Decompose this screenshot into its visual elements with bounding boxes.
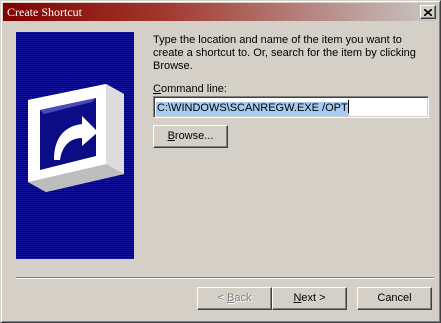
back-label-rest: ack	[234, 292, 252, 304]
create-shortcut-dialog: Create Shortcut Type the location and na…	[0, 0, 441, 323]
text-caret	[347, 100, 349, 113]
close-button[interactable]	[420, 5, 436, 19]
browse-label-rest: rowse...	[174, 130, 214, 142]
shortcut-arrow-icon	[28, 84, 124, 192]
window-title: Create Shortcut	[7, 5, 82, 19]
command-line-label-hotkey: C	[153, 83, 161, 95]
command-line-label-rest: ommand line:	[160, 83, 227, 95]
back-prefix: <	[217, 292, 227, 304]
wizard-art-panel	[16, 32, 134, 259]
browse-hotkey: B	[167, 130, 175, 142]
cancel-button[interactable]: Cancel	[357, 287, 432, 310]
footer-separator	[16, 277, 434, 279]
close-icon	[424, 8, 432, 16]
title-bar[interactable]: Create Shortcut	[3, 3, 438, 21]
command-line-value[interactable]: C:\WINDOWS\SCANREGW.EXE /OPT	[156, 102, 349, 116]
command-line-label: Command line:	[153, 83, 227, 95]
back-button[interactable]: < Back	[197, 287, 272, 310]
browse-button[interactable]: Browse...	[153, 125, 228, 148]
next-button[interactable]: Next >	[272, 287, 347, 310]
command-line-input[interactable]: C:\WINDOWS\SCANREGW.EXE /OPT	[153, 96, 429, 118]
instructions-text: Type the location and name of the item y…	[153, 34, 416, 72]
next-label-rest: ext >	[301, 292, 326, 304]
